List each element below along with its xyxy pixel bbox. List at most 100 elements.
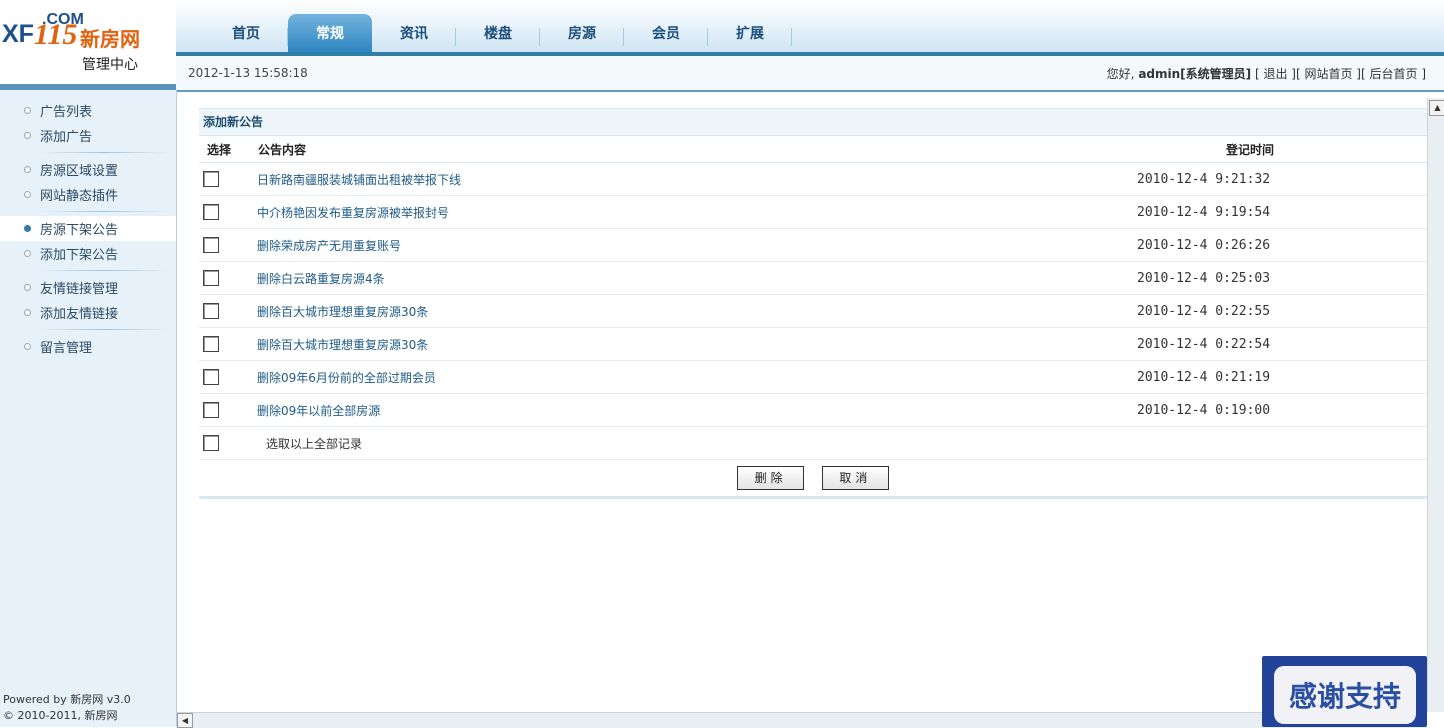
row-checkbox[interactable] [203,171,219,187]
sidebar-item-label: 添加广告 [40,130,93,145]
notice-content[interactable]: 中介杨艳因发布重复房源被举报封号 [256,195,1136,229]
notice-content[interactable]: 删除09年以前全部房源 [256,393,1136,427]
username: admin[系统管理员] [1138,67,1252,81]
row-checkbox[interactable] [203,336,219,352]
sidebar-item-label: 友情链接管理 [40,282,119,297]
tab-news[interactable]: 资讯 [372,14,456,52]
notice-time: 2010-12-4 0:19:00 [1136,393,1427,427]
sidebar-item-friend-links[interactable]: 友情链接管理 [0,275,176,300]
sidebar-item-label: 留言管理 [40,341,93,356]
row-select-cell [199,261,256,295]
notice-panel: 添加新公告 选择 公告内容 登记时间 日新路南疆服装城铺面出租被举报下线 2010… [199,108,1427,499]
main-nav: 首页 常规 资讯 楼盘 房源 会员 扩展 [204,14,792,52]
sidebar-item-label: 房源区域设置 [40,164,119,179]
notice-table: 选择 公告内容 登记时间 日新路南疆服装城铺面出租被举报下线 2010-12-4 … [199,136,1427,460]
sidebar-item-add-friend-link[interactable]: 添加友情链接 [0,300,176,325]
notice-time: 2010-12-4 0:25:03 [1136,261,1427,295]
tab-members[interactable]: 会员 [624,14,708,52]
sidebar-item-static-plugin[interactable]: 网站静态插件 [0,182,176,207]
bullet-icon [24,250,31,257]
logo-subtitle: 管理中心 [82,57,138,73]
greeting: 您好, [1106,67,1135,81]
table-row: 删除09年6月份前的全部过期会员 2010-12-4 0:21:19 [199,360,1427,394]
notice-time: 2010-12-4 0:21:19 [1136,360,1427,394]
table-row: 删除百大城市理想重复房源30条 2010-12-4 0:22:55 [199,294,1427,328]
row-select-cell [199,360,256,394]
sidebar-divider [40,211,168,212]
row-checkbox[interactable] [203,204,219,220]
sidebar-item-label: 添加下架公告 [40,248,119,263]
bullet-icon [24,309,31,316]
row-checkbox[interactable] [203,237,219,253]
scroll-left-icon[interactable]: ◀ [177,713,193,728]
logout-link[interactable]: 退出 [1263,67,1287,81]
row-select-cell [199,162,256,196]
cancel-button[interactable]: 取消 [821,466,889,490]
footer-powered: Powered by 新房网 v3.0 [3,693,131,706]
row-select-cell [199,393,256,427]
notice-content[interactable]: 删除白云路重复房源4条 [256,261,1136,295]
bullet-icon [24,191,31,198]
notice-content[interactable]: 删除荣成房产无用重复账号 [256,228,1136,262]
select-all-row: 选取以上全部记录 [199,426,1427,460]
sidebar-divider [40,152,168,153]
vertical-scrollbar[interactable]: ▲ [1427,98,1444,712]
site-home-link[interactable]: 网站首页 [1304,67,1352,81]
notice-time: 2010-12-4 0:26:26 [1136,228,1427,262]
notice-content[interactable]: 删除百大城市理想重复房源30条 [256,294,1136,328]
table-row: 删除09年以前全部房源 2010-12-4 0:19:00 [199,393,1427,427]
bullet-icon [24,284,31,291]
table-row: 删除白云路重复房源4条 2010-12-4 0:25:03 [199,261,1427,295]
row-select-cell [199,294,256,328]
logo: .COM XF 115 新房网 管理中心 [0,0,176,90]
current-datetime: 2012-1-13 15:58:18 [188,66,308,80]
row-select-cell [199,195,256,229]
button-row: 删除 取消 [199,460,1427,499]
thanks-badge-inner: 感谢支持 [1274,666,1416,724]
main-content: 添加新公告 选择 公告内容 登记时间 日新路南疆服装城铺面出租被举报下线 2010… [177,92,1427,712]
row-checkbox[interactable] [203,303,219,319]
row-checkbox[interactable] [203,270,219,286]
sidebar-menu: 广告列表 添加广告 房源区域设置 网站静态插件 房源下架公告 添加下架公告 友情… [0,98,176,359]
sidebar-divider [40,329,168,330]
tab-extensions[interactable]: 扩展 [708,14,792,52]
sidebar-item-messages[interactable]: 留言管理 [0,334,176,359]
notice-time: 2010-12-4 0:22:55 [1136,294,1427,328]
row-checkbox[interactable] [203,402,219,418]
info-bar: 2012-1-13 15:58:18 您好, admin[系统管理员] [ 退出… [176,56,1444,92]
sidebar-item-ad-list[interactable]: 广告列表 [0,98,176,123]
tab-general[interactable]: 常规 [288,14,372,52]
scroll-up-icon[interactable]: ▲ [1429,100,1444,116]
notice-time: 2010-12-4 9:21:32 [1136,162,1427,196]
tab-listings[interactable]: 房源 [540,14,624,52]
notice-content[interactable]: 删除09年6月份前的全部过期会员 [256,360,1136,394]
notice-content[interactable]: 删除百大城市理想重复房源30条 [256,327,1136,361]
footer-copyright: © 2010-2011, 新房网 [3,709,118,722]
logo-number: 115 [34,18,78,51]
sidebar-item-region-settings[interactable]: 房源区域设置 [0,157,176,182]
sidebar-item-add-ad[interactable]: 添加广告 [0,123,176,148]
select-all-checkbox[interactable] [203,435,219,451]
horizontal-scrollbar[interactable]: ◀ [177,712,1427,728]
sidebar-item-add-delist-notice[interactable]: 添加下架公告 [0,241,176,266]
row-checkbox[interactable] [203,369,219,385]
sidebar-item-label: 添加友情链接 [40,307,119,322]
table-row: 日新路南疆服装城铺面出租被举报下线 2010-12-4 9:21:32 [199,162,1427,196]
bullet-icon [24,107,31,114]
logo-xf: XF [2,20,34,48]
notice-content[interactable]: 日新路南疆服装城铺面出租被举报下线 [256,162,1136,196]
user-info: 您好, admin[系统管理员] [ 退出 ][ 网站首页 ][ 后台首页 ] [1106,67,1426,81]
notice-time: 2010-12-4 9:19:54 [1136,195,1427,229]
table-row: 删除荣成房产无用重复账号 2010-12-4 0:26:26 [199,228,1427,262]
sidebar-item-delist-notices[interactable]: 房源下架公告 [0,216,176,241]
admin-home-link[interactable]: 后台首页 [1369,67,1417,81]
select-all-label: 选取以上全部记录 [256,426,1427,460]
thanks-text: 感谢支持 [1288,680,1401,713]
delete-button[interactable]: 删除 [737,466,805,490]
row-select-cell [199,228,256,262]
tab-buildings[interactable]: 楼盘 [456,14,540,52]
row-select-cell [199,327,256,361]
tab-home[interactable]: 首页 [204,14,288,52]
sidebar-item-label: 房源下架公告 [40,223,119,238]
sidebar-item-label: 网站静态插件 [40,189,119,204]
